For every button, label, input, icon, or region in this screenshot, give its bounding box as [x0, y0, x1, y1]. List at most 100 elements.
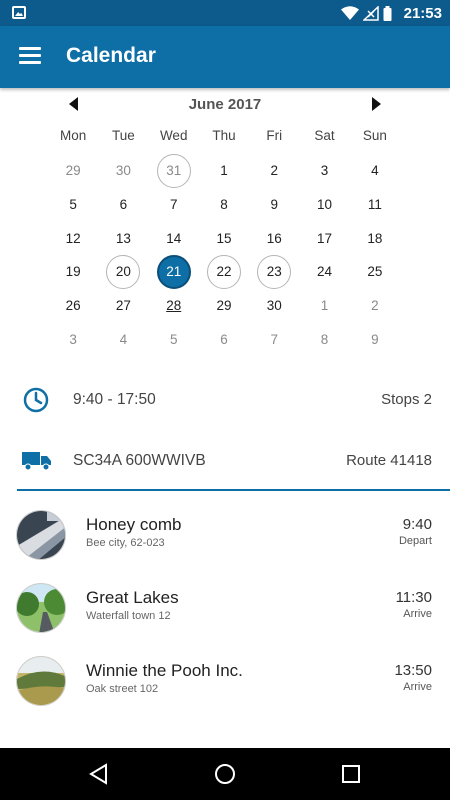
menu-icon[interactable]: [19, 47, 41, 65]
calendar-day-number: 29: [65, 163, 81, 179]
recents-icon[interactable]: [338, 761, 364, 787]
calendar-day-number: 8: [220, 197, 228, 213]
calendar-day[interactable]: 28: [149, 289, 199, 323]
calendar-day[interactable]: 7: [249, 322, 299, 356]
calendar-day[interactable]: 17: [299, 221, 349, 255]
stop-time: 9:40: [402, 516, 432, 533]
calendar-day[interactable]: 30: [249, 289, 299, 323]
status-icons: [341, 5, 392, 21]
calendar-day-number: 1: [320, 298, 329, 314]
calendar-day[interactable]: 25: [350, 255, 400, 289]
calendar-day[interactable]: 7: [149, 188, 199, 222]
avatar: [16, 656, 66, 706]
calendar-day[interactable]: 27: [98, 289, 148, 323]
calendar-day[interactable]: 14: [149, 221, 199, 255]
stop-time: 11:30: [395, 589, 432, 606]
calendar-day-number: 7: [270, 331, 279, 347]
calendar-day[interactable]: 4: [98, 322, 148, 356]
calendar-day-number: 15: [216, 230, 232, 246]
calendar-day-number: 13: [115, 230, 131, 246]
calendar-day[interactable]: 9: [350, 322, 400, 356]
calendar-day-selected[interactable]: 21: [149, 254, 199, 289]
calendar-day[interactable]: 11: [350, 188, 400, 222]
calendar-day-number: 31: [156, 153, 191, 188]
calendar-day[interactable]: 24: [299, 255, 349, 289]
calendar-day-number: 6: [220, 331, 228, 347]
weekday-label: Sun: [362, 128, 387, 143]
calendar-day[interactable]: 31: [149, 153, 199, 188]
calendar-day-number: 18: [367, 230, 383, 246]
calendar-day-number: 20: [106, 254, 141, 289]
clock-icon: [23, 387, 49, 413]
calendar-day[interactable]: 10: [299, 188, 349, 222]
list-item[interactable]: Honey comb Bee city, 62-023 9:40 Depart: [0, 500, 450, 573]
calendar-day[interactable]: 8: [299, 322, 349, 356]
calendar-day-number: 3: [69, 331, 77, 347]
wifi-icon: [341, 5, 359, 20]
signal-icon: [363, 5, 379, 21]
calendar-day[interactable]: 16: [249, 221, 299, 255]
stop-time: 13:50: [394, 662, 432, 679]
calendar-day[interactable]: 29: [199, 289, 249, 323]
calendar-day-number: 9: [270, 197, 279, 213]
calendar-day[interactable]: 3: [48, 322, 98, 356]
list-item[interactable]: Winnie the Pooh Inc. Oak street 102 13:5…: [0, 646, 450, 719]
weekday-label: Wed: [159, 128, 188, 143]
stop-address: Bee city, 62-023: [86, 537, 165, 549]
calendar-day-number: 28: [166, 298, 182, 314]
stop-address: Oak street 102: [86, 683, 159, 695]
chevron-right-icon[interactable]: [366, 94, 386, 114]
calendar-day[interactable]: 23: [249, 254, 299, 289]
stop-address: Waterfall town 12: [86, 610, 171, 622]
calendar-day-number: 1: [220, 163, 228, 179]
battery-icon: [383, 5, 392, 21]
calendar-day-number: 16: [266, 230, 282, 246]
calendar-day[interactable]: 6: [98, 188, 148, 222]
calendar-day[interactable]: 1: [199, 154, 249, 188]
calendar-day[interactable]: 4: [350, 154, 400, 188]
calendar-day-number: 29: [216, 298, 232, 314]
home-icon[interactable]: [212, 761, 238, 787]
calendar-day[interactable]: 5: [48, 188, 98, 222]
calendar-day[interactable]: 12: [48, 221, 98, 255]
calendar-day[interactable]: 13: [98, 221, 148, 255]
calendar-day-number: 22: [206, 254, 241, 289]
calendar-day-number: 5: [69, 197, 77, 213]
calendar-day[interactable]: 20: [98, 254, 148, 289]
calendar-day-number: 4: [119, 331, 128, 347]
calendar-day[interactable]: 6: [199, 322, 249, 356]
calendar-day[interactable]: 5: [149, 322, 199, 356]
stop-name: Winnie the Pooh Inc.: [86, 661, 243, 680]
avatar: [16, 510, 66, 560]
calendar-day[interactable]: 15: [199, 221, 249, 255]
time-range: 9:40 - 17:50: [73, 391, 156, 408]
calendar-day[interactable]: 18: [350, 221, 400, 255]
calendar-day[interactable]: 2: [350, 289, 400, 323]
calendar-day[interactable]: 19: [48, 255, 98, 289]
image-icon: [12, 6, 26, 19]
calendar-day[interactable]: 2: [249, 154, 299, 188]
calendar-day-number: 10: [317, 197, 333, 213]
calendar-day-number: 5: [169, 331, 178, 347]
back-icon[interactable]: [86, 761, 112, 787]
calendar-day[interactable]: 3: [299, 154, 349, 188]
stop-kind: Depart: [398, 535, 432, 547]
calendar-day-number: 3: [320, 163, 329, 179]
calendar-day[interactable]: 29: [48, 154, 98, 188]
calendar-day[interactable]: 9: [249, 188, 299, 222]
stops-list: Honey comb Bee city, 62-023 9:40 Depart …: [0, 500, 450, 719]
calendar-day[interactable]: 1: [299, 289, 349, 323]
weekday-label: Thu: [212, 128, 236, 143]
calendar-day[interactable]: 8: [199, 188, 249, 222]
stop-kind: Arrive: [403, 681, 432, 693]
calendar-day-number: 9: [371, 331, 379, 347]
calendar-day[interactable]: 30: [98, 154, 148, 188]
vehicle-plate: SC34A 600WWIVB: [73, 452, 206, 469]
weekday-label: Fri: [266, 128, 283, 143]
divider: [17, 489, 450, 491]
calendar-day[interactable]: 26: [48, 289, 98, 323]
calendar-day[interactable]: 22: [199, 254, 249, 289]
list-item[interactable]: Great Lakes Waterfall town 12 11:30 Arri…: [0, 573, 450, 646]
calendar-grid: 29 30 31 1 2 3 4 5 6 7 8 9 10 11 12 13 14 15 16 17 18 19 20 21 2…: [48, 153, 400, 356]
calendar-day-number: 25: [367, 264, 383, 280]
